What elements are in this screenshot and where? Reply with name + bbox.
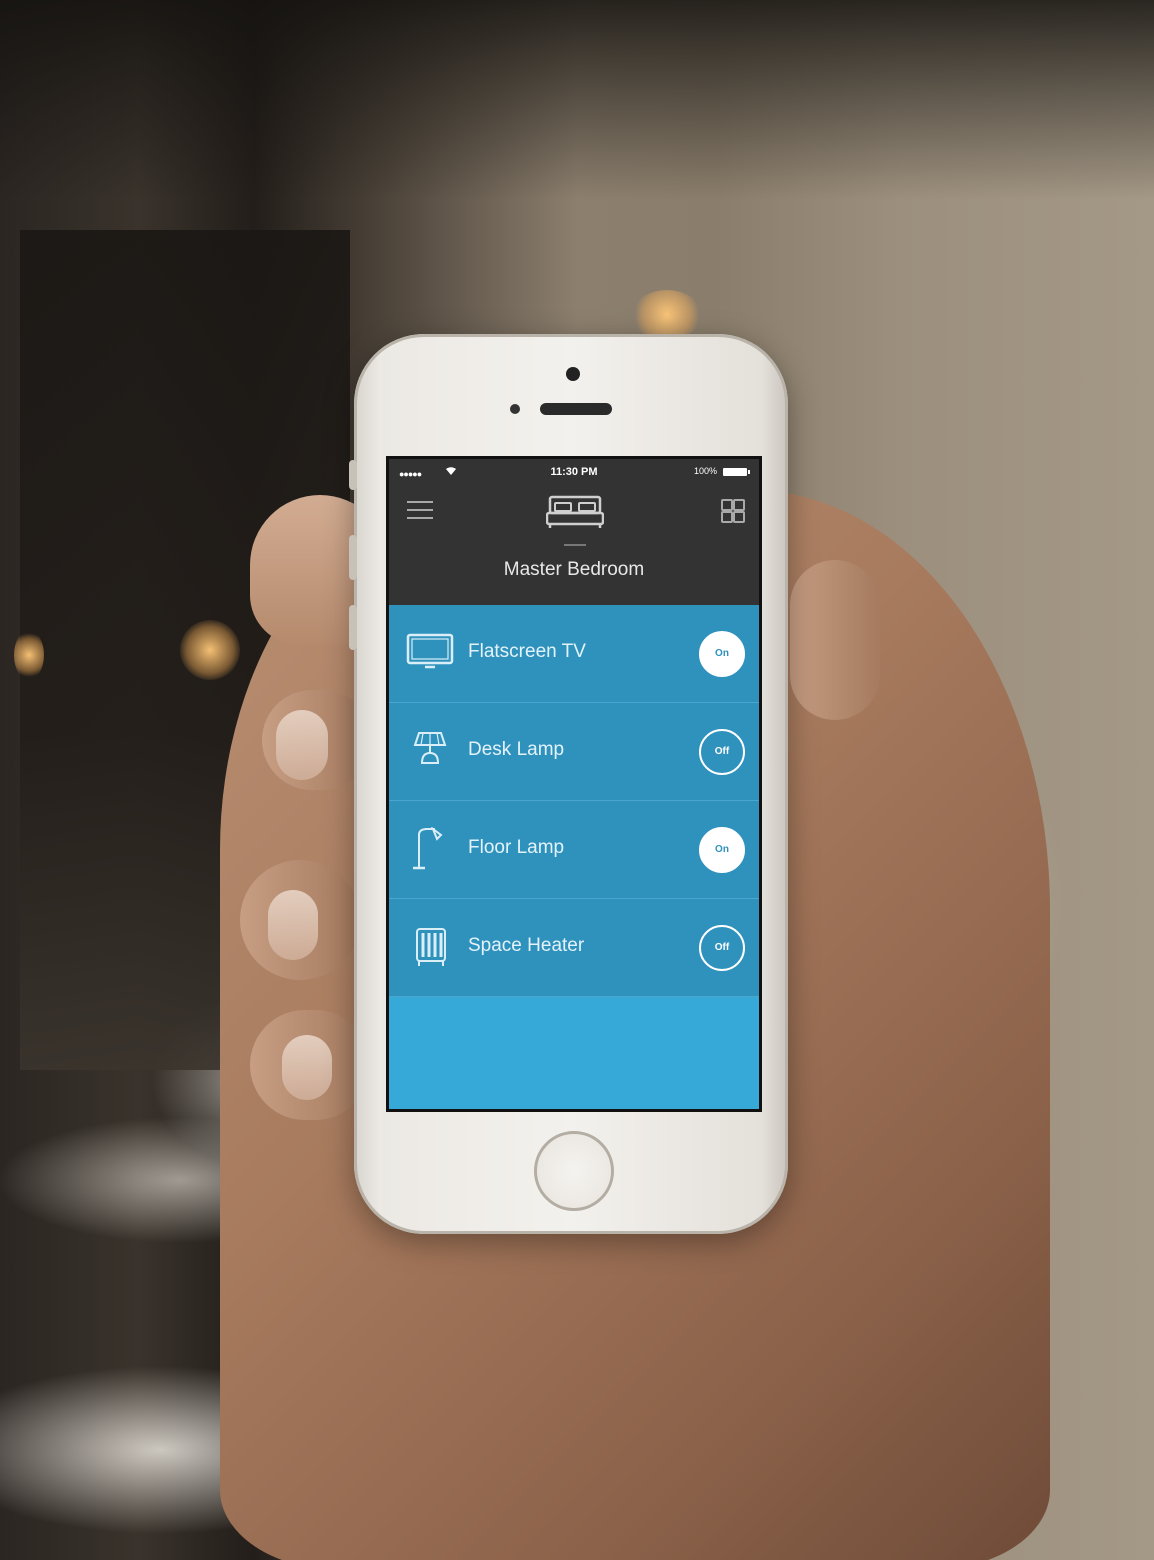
hamburger-menu-icon[interactable] <box>407 501 433 521</box>
floor-lamp-icon <box>405 826 457 871</box>
device-list: Flatscreen TV On Desk Lamp Off Floor Lam… <box>389 605 759 997</box>
app-header: ●●●●● 11:30 PM 100% Master Bedroom <box>389 459 759 605</box>
space-heater-icon <box>405 925 457 969</box>
room-title[interactable]: Master Bedroom <box>389 559 759 581</box>
device-label: Floor Lamp <box>468 837 565 858</box>
proximity-sensor <box>510 404 520 414</box>
tv-icon <box>405 631 457 675</box>
status-bar: ●●●●● 11:30 PM 100% <box>389 463 759 483</box>
bokeh-light <box>180 620 240 680</box>
header-divider <box>564 544 586 546</box>
bed-icon <box>545 495 605 529</box>
power-toggle-off[interactable]: Off <box>699 729 745 775</box>
mute-switch <box>349 460 357 490</box>
grid-icon[interactable] <box>721 499 745 523</box>
fingernail <box>276 710 328 780</box>
finger <box>790 560 880 720</box>
power-toggle-on[interactable]: On <box>699 827 745 873</box>
battery-percent: 100% <box>693 466 717 476</box>
bokeh-light <box>632 290 702 340</box>
background-photo: ●●●●● 11:30 PM 100% Master Bedroom Flats… <box>0 0 1154 1560</box>
power-toggle-on[interactable]: On <box>699 631 745 677</box>
device-label: Flatscreen TV <box>468 641 586 662</box>
device-row-floor-lamp[interactable]: Floor Lamp On <box>389 801 759 899</box>
volume-down-button <box>349 605 357 650</box>
bokeh-light <box>14 630 44 680</box>
front-camera <box>566 367 580 381</box>
fingernail <box>268 890 318 960</box>
desk-lamp-icon <box>405 729 457 773</box>
volume-up-button <box>349 535 357 580</box>
device-row-space-heater[interactable]: Space Heater Off <box>389 899 759 997</box>
power-toggle-off[interactable]: Off <box>699 925 745 971</box>
device-label: Desk Lamp <box>468 739 565 760</box>
device-label: Space Heater <box>468 935 585 956</box>
device-row-flatscreen-tv[interactable]: Flatscreen TV On <box>389 605 759 703</box>
home-button[interactable] <box>534 1131 614 1211</box>
phone-screen: ●●●●● 11:30 PM 100% Master Bedroom Flats… <box>386 456 762 1112</box>
device-row-desk-lamp[interactable]: Desk Lamp Off <box>389 703 759 801</box>
fingernail <box>282 1035 332 1100</box>
battery-icon <box>723 468 750 476</box>
earpiece-speaker <box>540 403 612 415</box>
